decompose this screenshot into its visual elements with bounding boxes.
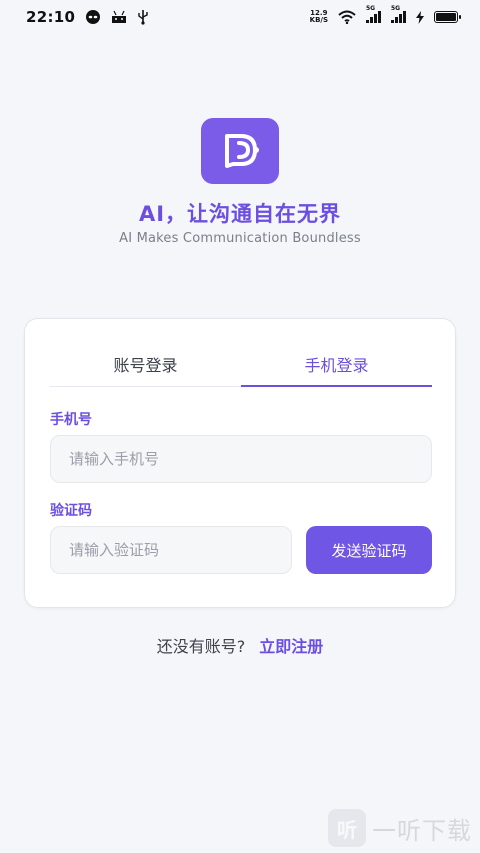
status-left: 22:10: [26, 8, 149, 26]
usb-icon: [137, 9, 149, 25]
status-right: 12.9 KB/S 5G 5G: [310, 5, 461, 24]
login-card: 账号登录 手机登录 手机号 验证码 发送验证码: [24, 318, 456, 608]
signal-tag: 5G: [366, 5, 376, 12]
network-speed-unit: KB/S: [309, 16, 328, 24]
tab-account-login[interactable]: 账号登录: [50, 341, 241, 386]
signal-icon: 5G: [366, 5, 381, 23]
phone-label: 手机号: [50, 412, 92, 428]
status-bar: 22:10 12.9 KB/S 5G 5G: [0, 0, 480, 34]
tab-phone-login[interactable]: 手机登录: [241, 341, 432, 387]
battery-level: [436, 13, 456, 21]
register-row: 还没有账号? 立即注册: [0, 633, 480, 657]
network-speed: 12.9 KB/S: [310, 10, 328, 24]
status-time: 22:10: [26, 8, 76, 26]
watermark-text: 一听下载: [372, 816, 472, 845]
charging-icon: [416, 10, 424, 24]
login-tabs: 账号登录 手机登录: [50, 341, 432, 387]
watermark: 听 一听下载: [328, 809, 472, 847]
watermark-badge: 听: [328, 809, 366, 847]
phone-input[interactable]: [50, 435, 432, 483]
battery-icon: [434, 11, 461, 23]
alien-icon: [85, 9, 101, 25]
wifi-icon: [338, 10, 356, 24]
no-account-text: 还没有账号?: [156, 637, 246, 656]
code-label: 验证码: [50, 503, 92, 519]
app-subslogan: AI Makes Communication Boundless: [119, 231, 361, 246]
android-icon: [111, 10, 127, 24]
signal-tag: 5G: [391, 5, 401, 12]
verification-code-input[interactable]: [50, 526, 292, 574]
app-slogan: AI，让沟通自在无界: [138, 202, 342, 226]
signal-icon: 5G: [391, 5, 406, 23]
chat-d-logo-icon: [225, 134, 259, 168]
app-logo: [201, 118, 279, 184]
register-link[interactable]: 立即注册: [259, 637, 323, 656]
send-code-button[interactable]: 发送验证码: [306, 526, 432, 574]
